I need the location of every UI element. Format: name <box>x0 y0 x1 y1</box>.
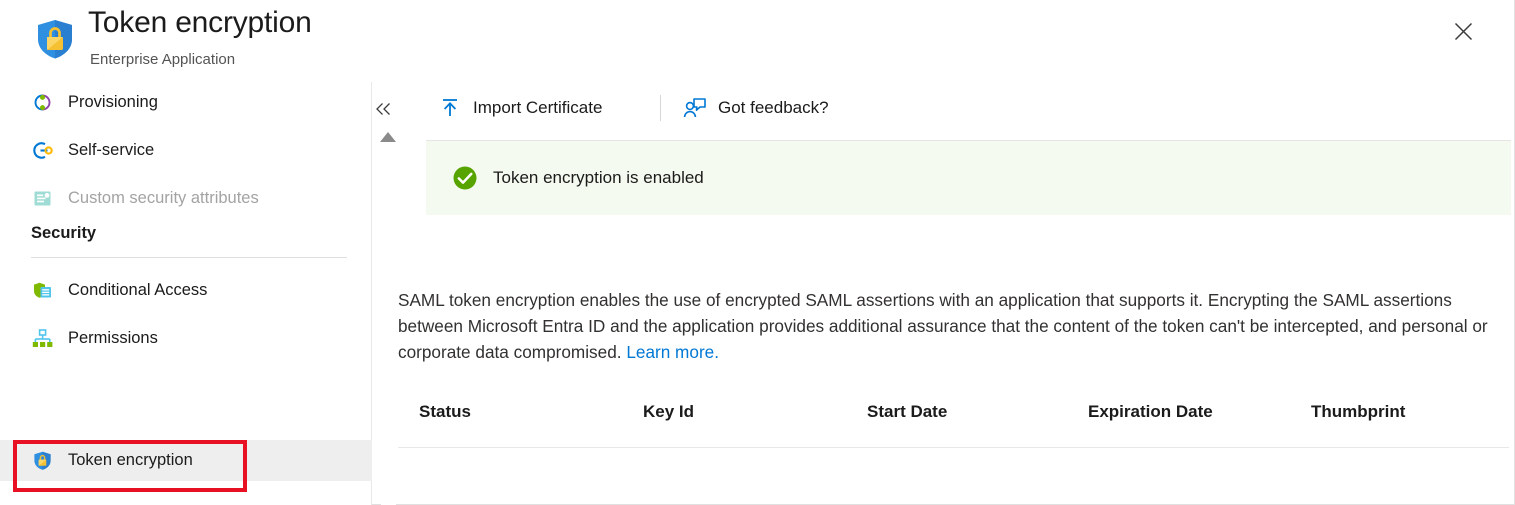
sidebar-item-custom-security-attributes: Custom security attributes <box>0 178 372 219</box>
sidebar-item-label: Provisioning <box>68 93 158 111</box>
sidebar-item-provisioning[interactable]: Provisioning <box>0 82 372 123</box>
column-header-status[interactable]: Status <box>419 402 471 422</box>
main-content: Import Certificate Got feedback? Token e… <box>397 82 1515 505</box>
toolbar-divider <box>660 95 661 121</box>
column-header-expiration-date[interactable]: Expiration Date <box>1088 402 1213 422</box>
import-certificate-label: Import Certificate <box>473 98 603 117</box>
sidebar-scrollbar-track[interactable] <box>381 148 396 505</box>
column-header-key-id[interactable]: Key Id <box>643 402 694 422</box>
table-header-row: Status Key Id Start Date Expiration Date… <box>397 392 1515 438</box>
close-icon[interactable] <box>1445 13 1481 49</box>
certificates-table: Status Key Id Start Date Expiration Date… <box>397 392 1515 448</box>
got-feedback-button[interactable]: Got feedback? <box>682 90 829 126</box>
sidebar-nav: Provisioning Self-service Custom securit… <box>0 82 372 505</box>
sidebar-item-label: Custom security attributes <box>68 189 259 207</box>
import-certificate-button[interactable]: Import Certificate <box>437 90 602 126</box>
description-body: SAML token encryption enables the use of… <box>398 290 1488 362</box>
permissions-icon <box>31 328 53 350</box>
got-feedback-label: Got feedback? <box>718 98 829 117</box>
provisioning-icon <box>31 92 53 114</box>
double-chevron-left-icon[interactable] <box>371 98 395 120</box>
column-header-thumbprint[interactable]: Thumbprint <box>1311 402 1405 422</box>
command-toolbar: Import Certificate Got feedback? <box>397 82 1515 134</box>
sidebar-item-self-service[interactable]: Self-service <box>0 130 372 171</box>
sidebar-item-conditional-access[interactable]: Conditional Access <box>0 270 372 311</box>
sidebar-section-security: Security <box>31 224 97 242</box>
sidebar-item-label: Permissions <box>68 329 158 347</box>
blade-header: Token encryption Enterprise Application <box>0 0 1515 80</box>
learn-more-link[interactable]: Learn more. <box>626 342 719 362</box>
conditional-access-icon <box>31 280 53 302</box>
sidebar-item-label: Conditional Access <box>68 281 208 299</box>
sidebar-item-label: Token encryption <box>68 451 193 469</box>
sidebar-item-label: Self-service <box>68 141 155 159</box>
sidebar-section-divider <box>31 257 347 258</box>
status-banner: Token encryption is enabled <box>426 140 1511 215</box>
status-banner-message: Token encryption is enabled <box>493 168 704 187</box>
token-encryption-blade: Token encryption Enterprise Application … <box>0 0 1515 505</box>
sidebar-item-token-encryption[interactable]: Token encryption <box>0 440 372 481</box>
upload-icon <box>437 95 463 121</box>
page-subtitle: Enterprise Application <box>90 51 236 68</box>
shield-lock-icon <box>33 17 77 61</box>
scroll-up-triangle-icon[interactable] <box>380 132 396 142</box>
feedback-person-icon <box>682 95 708 121</box>
self-service-icon <box>31 140 53 162</box>
sidebar-item-permissions[interactable]: Permissions <box>0 318 372 359</box>
table-header-underline <box>398 447 1509 448</box>
column-header-start-date[interactable]: Start Date <box>867 402 947 422</box>
token-encryption-icon <box>31 450 53 472</box>
custom-security-attributes-icon <box>31 188 53 210</box>
success-check-icon <box>452 165 478 191</box>
description-text: SAML token encryption enables the use of… <box>398 287 1504 365</box>
page-title: Token encryption <box>88 6 312 39</box>
